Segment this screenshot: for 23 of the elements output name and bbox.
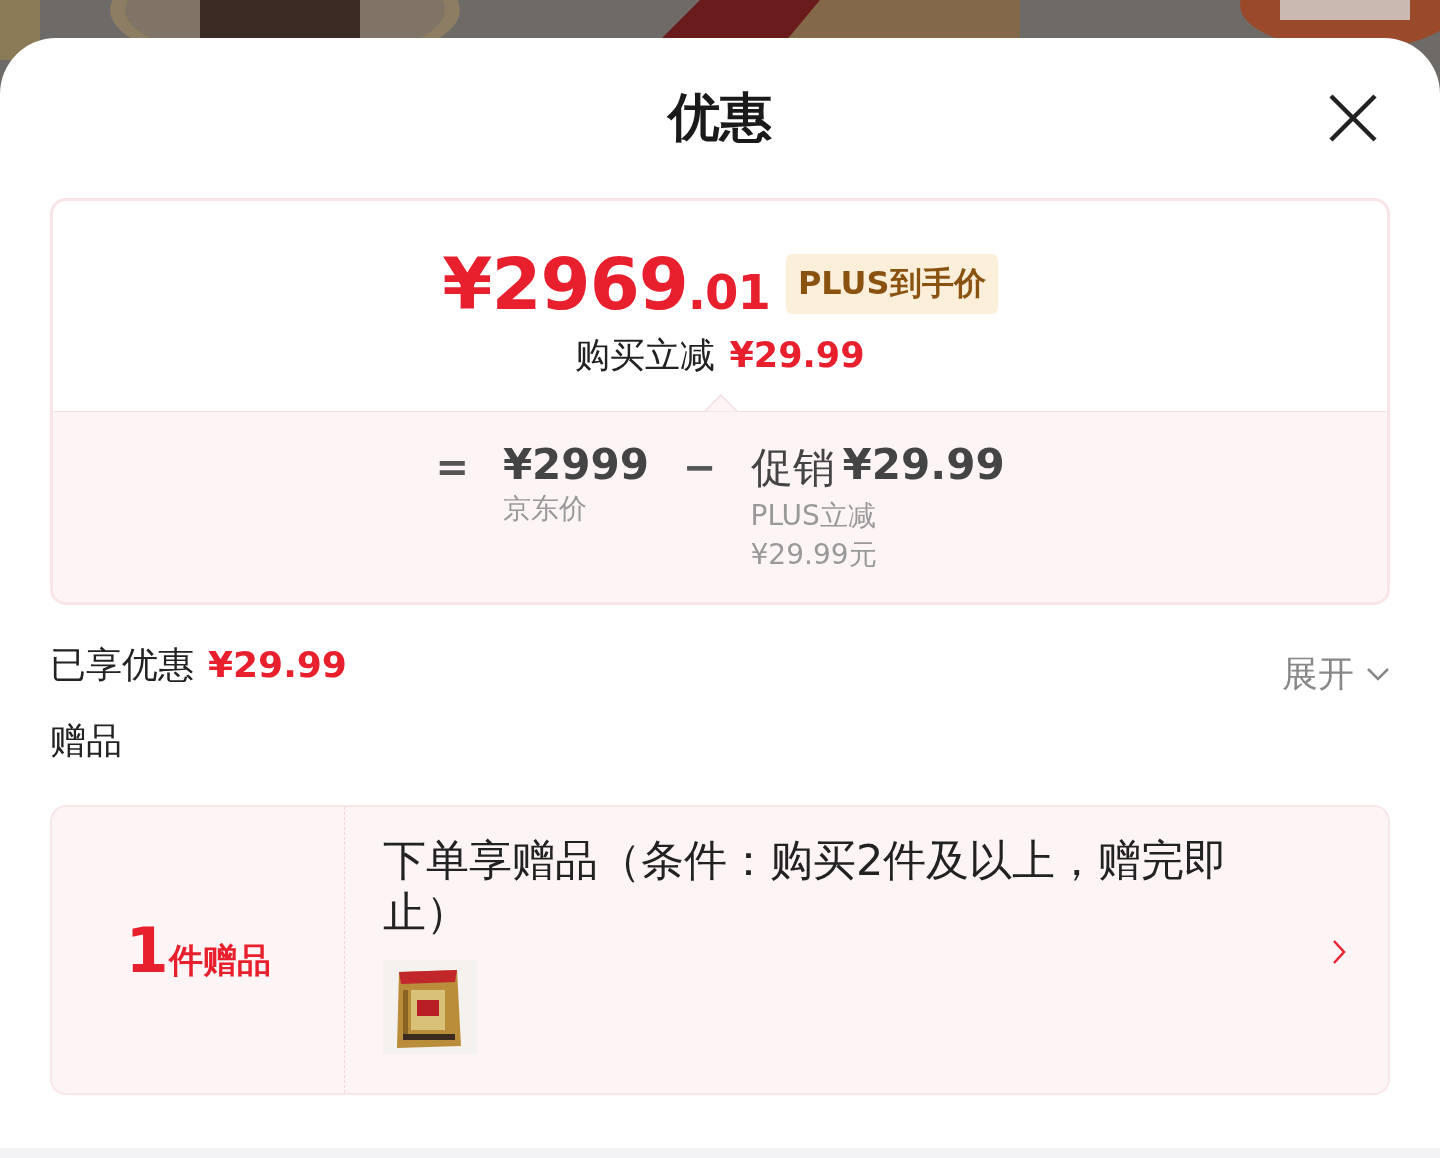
- gift-description: 下单享赠品（条件：购买2件及以上，赠完即止）: [383, 835, 1229, 939]
- minus-sign: −: [683, 444, 717, 490]
- chevron-right-icon: [1332, 939, 1346, 965]
- chevron-down-icon: [1366, 667, 1390, 681]
- promo-detail: PLUS立减: [750, 498, 877, 534]
- base-price-label: 京东价: [502, 491, 588, 527]
- promo-label: 促销: [750, 442, 835, 494]
- savings-amount: ¥29.99: [208, 643, 347, 685]
- gift-card[interactable]: 1件赠品 下单享赠品（条件：购买2件及以上，赠完即止）: [50, 805, 1390, 1095]
- expand-toggle[interactable]: 展开: [1282, 649, 1390, 699]
- plus-badge: PLUS到手价: [785, 253, 998, 314]
- equals-sign: =: [435, 444, 469, 490]
- gift-count: 1件赠品: [125, 913, 271, 987]
- promo-detail-amount: ¥29.99元: [750, 537, 878, 574]
- sheet-title: 优惠: [668, 86, 772, 149]
- promo-amount: ¥29.99: [842, 440, 1005, 491]
- reduction-label: 购买立减: [575, 333, 716, 377]
- reduction-amount: ¥29.99: [729, 334, 865, 375]
- close-icon[interactable]: [1328, 93, 1378, 143]
- base-price: ¥2999: [502, 440, 649, 489]
- savings-label: 已享优惠: [50, 642, 194, 687]
- final-price: ¥2969.01: [442, 241, 770, 326]
- gifts-heading: 赠品: [50, 719, 123, 763]
